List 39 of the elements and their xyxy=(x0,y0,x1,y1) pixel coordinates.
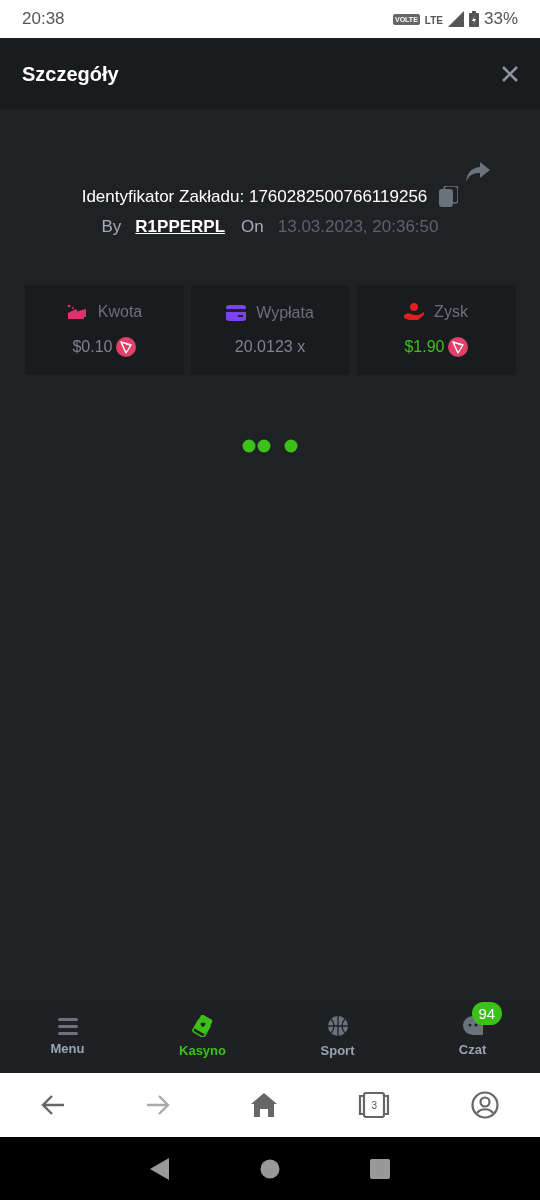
coin-icon xyxy=(447,337,468,357)
bet-date: 13.03.2023, 20:36:50 xyxy=(277,217,439,237)
home-icon[interactable] xyxy=(260,1158,280,1179)
home-icon[interactable] xyxy=(250,1093,277,1117)
signal-icon xyxy=(447,11,464,27)
stat-value: $0.10 xyxy=(72,338,113,356)
battery-level: 33% xyxy=(483,9,518,29)
copy-icon[interactable] xyxy=(439,186,459,207)
back-button[interactable] xyxy=(40,1094,65,1116)
share-icon[interactable] xyxy=(466,162,490,182)
unread-badge: 94 xyxy=(471,1002,503,1025)
stat-label: Zysk xyxy=(434,303,468,321)
stat-value: $1.90 xyxy=(404,338,445,356)
account-icon[interactable] xyxy=(471,1091,500,1119)
basketball-icon xyxy=(326,1015,349,1037)
status-time: 20:38 xyxy=(22,9,65,29)
hand-person-icon xyxy=(404,303,425,321)
user-link[interactable]: R1PPERPL xyxy=(135,217,226,237)
stat-value: 20.0123 x xyxy=(234,338,306,356)
menu-icon xyxy=(57,1017,78,1035)
nav-tab[interactable]: 94 Czat xyxy=(405,1000,540,1073)
nav-tab[interactable]: Menu xyxy=(0,1000,135,1073)
bet-id: Identyfikator Zakładu: 1760282500766119256 xyxy=(81,186,428,207)
recents-icon[interactable] xyxy=(370,1158,390,1179)
loading-dots-icon xyxy=(242,439,298,453)
stat-label: Wypłata xyxy=(256,304,314,322)
stat-label: Kwota xyxy=(97,303,143,321)
money-stack-icon xyxy=(65,303,88,321)
close-icon[interactable] xyxy=(502,66,518,82)
on-label: On xyxy=(241,217,264,237)
nav-tab[interactable]: Kasyno xyxy=(135,1000,270,1073)
by-label: By xyxy=(101,217,122,237)
back-icon[interactable] xyxy=(150,1157,170,1180)
coin-icon xyxy=(115,337,136,357)
card-icon xyxy=(226,305,247,321)
network-type: LTE xyxy=(424,15,443,26)
nav-tab[interactable]: Sport xyxy=(270,1000,405,1073)
battery-icon xyxy=(468,11,479,27)
page-title: Szczegóły xyxy=(22,62,119,86)
